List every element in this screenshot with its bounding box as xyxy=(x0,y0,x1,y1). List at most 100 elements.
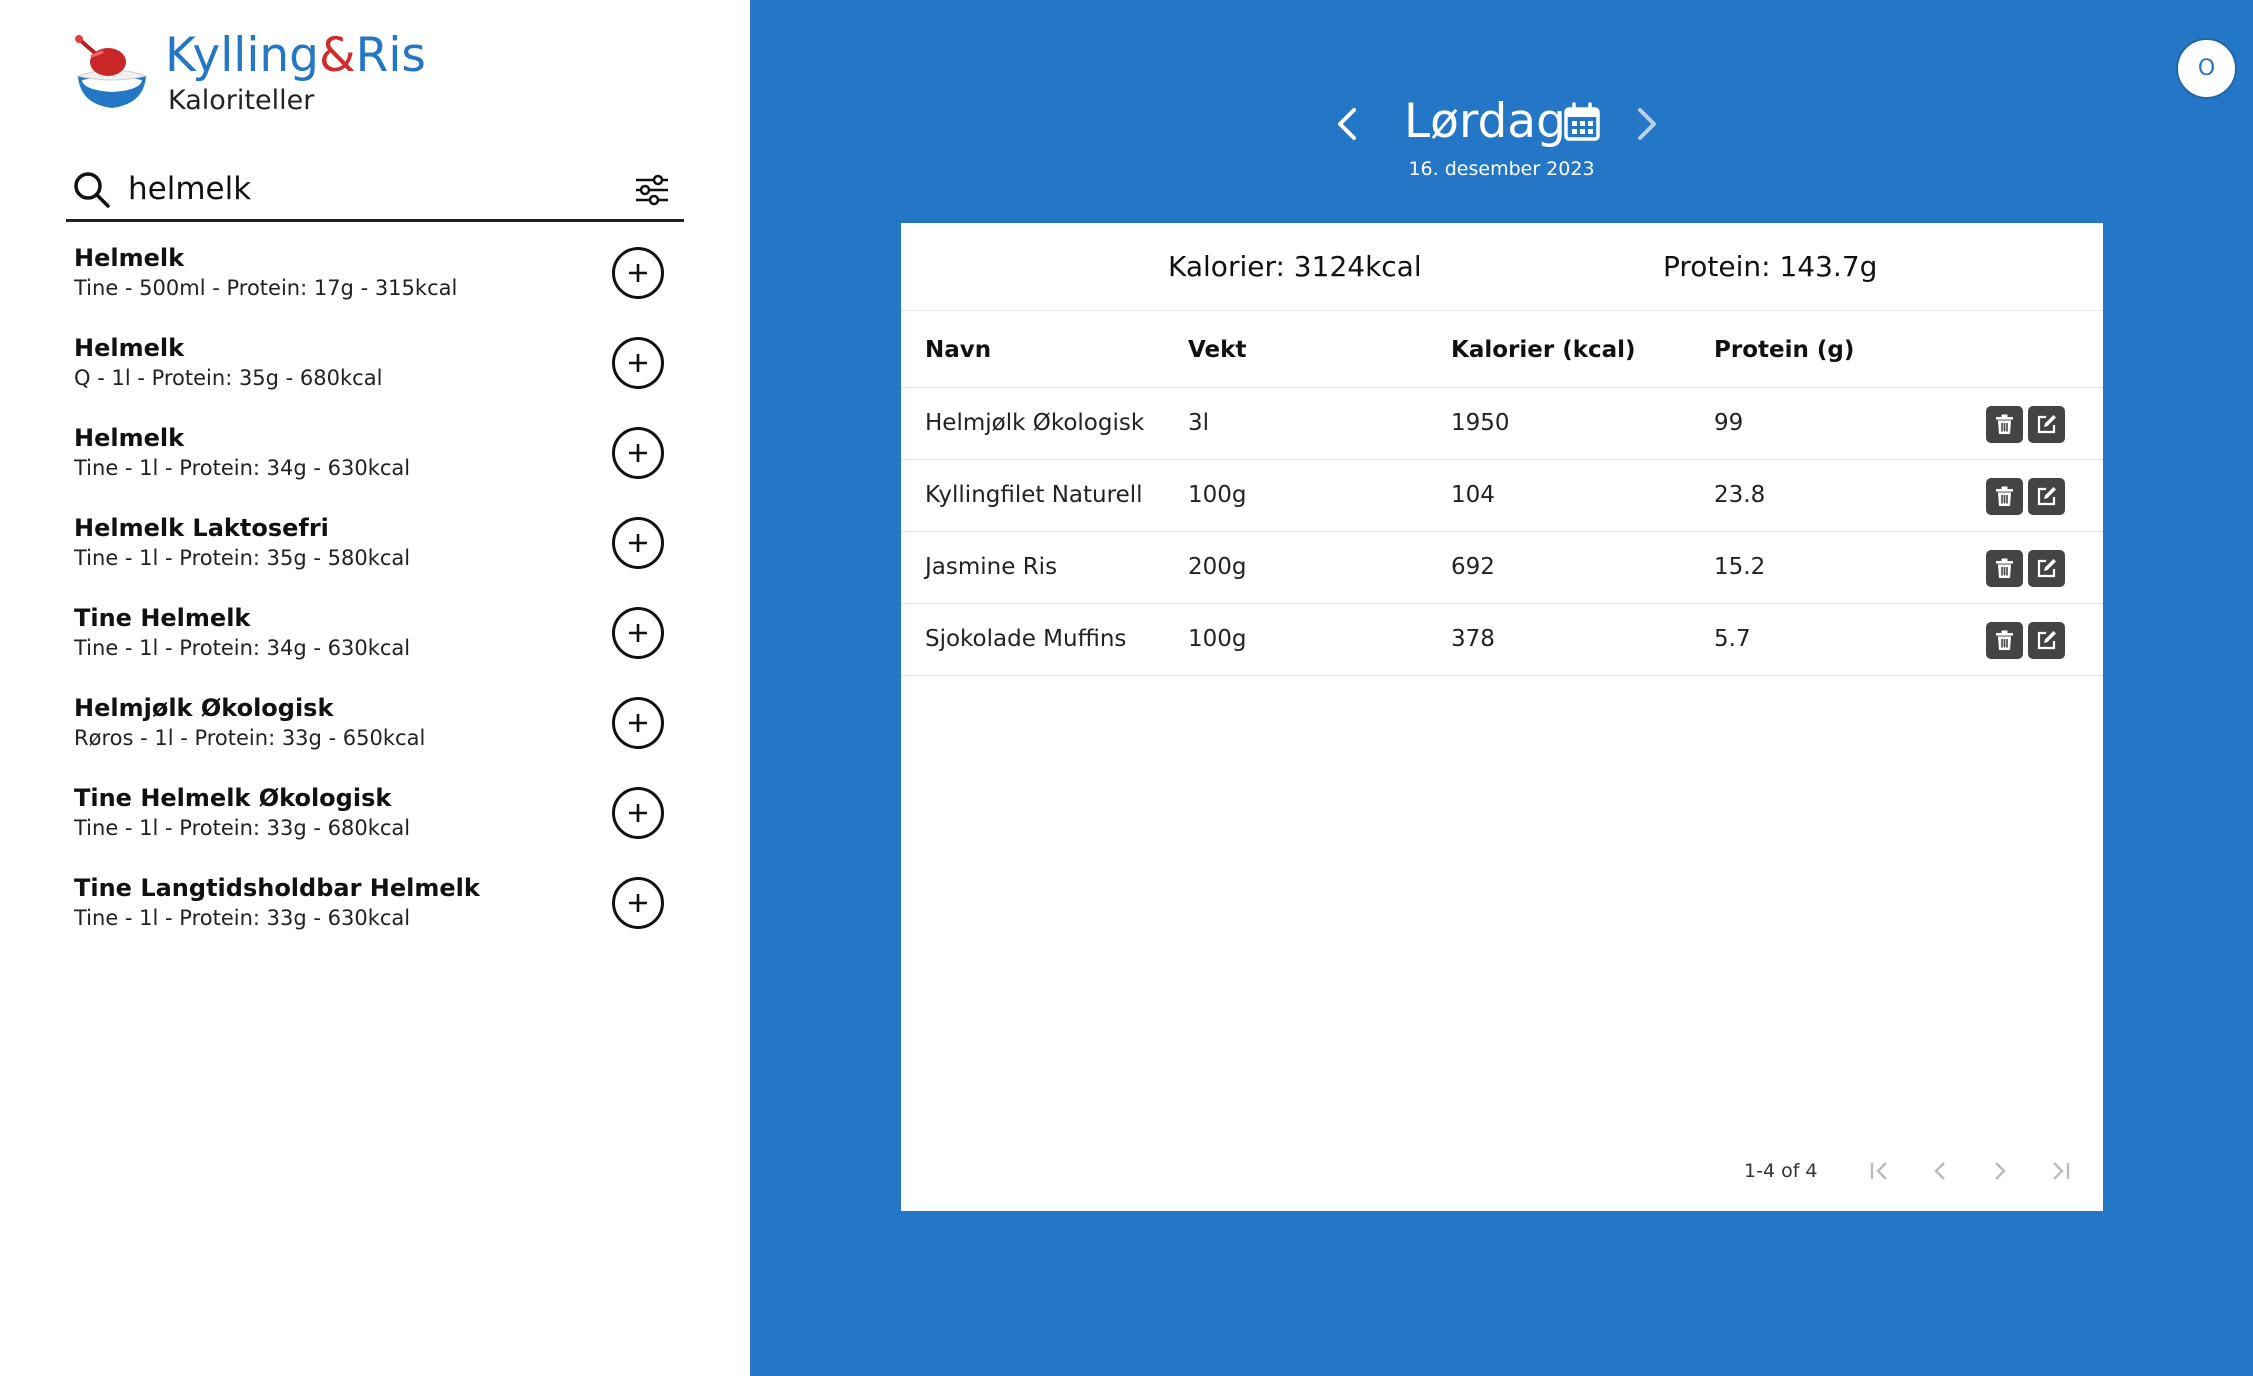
cell-name: Kyllingfilet Naturell xyxy=(925,482,1143,508)
edit-icon xyxy=(2037,559,2056,578)
next-page-icon[interactable] xyxy=(1986,1157,2014,1185)
cell-name: Jasmine Ris xyxy=(925,554,1058,580)
column-header-weight[interactable]: Vekt xyxy=(1188,335,1246,365)
last-page-icon[interactable] xyxy=(2046,1157,2074,1185)
day-date: 16. desember 2023 xyxy=(1408,158,1595,180)
result-meta: Tine - 1l - Protein: 33g - 680kcal xyxy=(74,816,411,840)
cell-protein: 23.8 xyxy=(1714,482,1766,508)
edit-icon xyxy=(2037,487,2056,506)
delete-button[interactable] xyxy=(1986,550,2023,587)
edit-icon xyxy=(2037,415,2056,434)
table-row: Helmjølk Økologisk 3l 1950 99 xyxy=(901,388,2103,460)
avatar[interactable]: O xyxy=(2176,38,2237,99)
list-item: Tine Langtidsholdbar Helmelk Tine - 1l -… xyxy=(74,873,674,963)
table-row: Jasmine Ris 200g 692 15.2 xyxy=(901,532,2103,604)
plus-icon xyxy=(629,624,647,642)
add-item-button[interactable] xyxy=(612,517,664,569)
cell-protein: 99 xyxy=(1714,410,1744,436)
edit-button[interactable] xyxy=(2028,478,2065,515)
trash-icon xyxy=(1996,558,2013,578)
plus-icon xyxy=(629,714,647,732)
result-name: Helmelk xyxy=(74,424,185,452)
edit-button[interactable] xyxy=(2028,622,2065,659)
search-input[interactable] xyxy=(128,166,598,212)
add-item-button[interactable] xyxy=(612,247,664,299)
add-item-button[interactable] xyxy=(612,787,664,839)
table-row: Kyllingfilet Naturell 100g 104 23.8 xyxy=(901,460,2103,532)
main-panel: O Lørdag 16. desember 2023 Kalorier: 312… xyxy=(750,0,2253,1376)
brand-name-part2: Ris xyxy=(355,28,426,83)
chevron-left-icon[interactable] xyxy=(1330,104,1366,144)
add-item-button[interactable] xyxy=(612,877,664,929)
pagination-info: 1-4 of 4 xyxy=(1744,1160,1818,1182)
cell-weight: 3l xyxy=(1188,410,1210,436)
result-name: Tine Helmelk xyxy=(74,604,251,632)
cell-name: Helmjølk Økologisk xyxy=(925,410,1145,436)
total-calories: Kalorier: 3124kcal xyxy=(1168,250,1422,283)
column-header-protein[interactable]: Protein (g) xyxy=(1714,335,1854,365)
total-protein: Protein: 143.7g xyxy=(1663,250,1878,283)
cell-weight: 100g xyxy=(1188,482,1247,508)
daily-totals: Kalorier: 3124kcal Protein: 143.7g xyxy=(901,223,2103,311)
result-meta: Tine - 1l - Protein: 34g - 630kcal xyxy=(74,456,411,480)
chicken-rice-bowl-logo xyxy=(75,35,148,108)
add-item-button[interactable] xyxy=(612,607,664,659)
list-item: Helmelk Laktosefri Tine - 1l - Protein: … xyxy=(74,513,674,603)
day-title: Lørdag xyxy=(1404,94,1566,149)
brand-name-part1: Kylling xyxy=(165,28,320,83)
search-results: Helmelk Tine - 500ml - Protein: 17g - 31… xyxy=(74,243,674,963)
day-navigation: Lørdag 16. desember 2023 xyxy=(750,92,2253,188)
result-name: Tine Langtidsholdbar Helmelk xyxy=(74,874,480,902)
list-item: Helmjølk Økologisk Røros - 1l - Protein:… xyxy=(74,693,674,783)
list-item: Tine Helmelk Økologisk Tine - 1l - Prote… xyxy=(74,783,674,873)
cell-protein: 5.7 xyxy=(1714,626,1751,652)
result-meta: Tine - 1l - Protein: 33g - 630kcal xyxy=(74,906,411,930)
previous-page-icon[interactable] xyxy=(1926,1157,1954,1185)
chevron-right-icon[interactable] xyxy=(1628,104,1664,144)
result-name: Helmelk xyxy=(74,334,185,362)
cell-calories: 104 xyxy=(1451,482,1495,508)
add-item-button[interactable] xyxy=(612,697,664,749)
delete-button[interactable] xyxy=(1986,622,2023,659)
list-item: Helmelk Tine - 1l - Protein: 34g - 630kc… xyxy=(74,423,674,513)
cell-weight: 200g xyxy=(1188,554,1247,580)
search-bar xyxy=(66,160,684,222)
result-name: Tine Helmelk Økologisk xyxy=(74,784,392,812)
delete-button[interactable] xyxy=(1986,478,2023,515)
result-meta: Tine - 500ml - Protein: 17g - 315kcal xyxy=(74,276,458,300)
cell-protein: 15.2 xyxy=(1714,554,1766,580)
table-body: Helmjølk Økologisk 3l 1950 99 Kyllingfil… xyxy=(901,388,2103,676)
daily-log-card: Kalorier: 3124kcal Protein: 143.7g Navn … xyxy=(901,223,2103,1211)
brand-subtitle: Kaloriteller xyxy=(168,85,315,116)
result-meta: Q - 1l - Protein: 35g - 680kcal xyxy=(74,366,383,390)
sliders-icon[interactable] xyxy=(634,172,670,208)
brand-title: Kylling&Ris xyxy=(165,28,426,84)
list-item: Tine Helmelk Tine - 1l - Protein: 34g - … xyxy=(74,603,674,693)
list-item: Helmelk Q - 1l - Protein: 35g - 680kcal xyxy=(74,333,674,423)
result-meta: Røros - 1l - Protein: 33g - 650kcal xyxy=(74,726,426,750)
edit-button[interactable] xyxy=(2028,550,2065,587)
plus-icon xyxy=(629,354,647,372)
cell-name: Sjokolade Muffins xyxy=(925,626,1127,652)
result-meta: Tine - 1l - Protein: 35g - 580kcal xyxy=(74,546,411,570)
result-name: Helmelk Laktosefri xyxy=(74,514,329,542)
cell-calories: 692 xyxy=(1451,554,1495,580)
result-name: Helmjølk Økologisk xyxy=(74,694,334,722)
calendar-icon[interactable] xyxy=(1562,102,1602,142)
brand-ampersand: & xyxy=(319,28,356,83)
brand[interactable]: Kylling&Ris Kaloriteller xyxy=(72,28,532,118)
cell-calories: 1950 xyxy=(1451,410,1510,436)
first-page-icon[interactable] xyxy=(1866,1157,1894,1185)
add-item-button[interactable] xyxy=(612,337,664,389)
edit-button[interactable] xyxy=(2028,406,2065,443)
plus-icon xyxy=(629,804,647,822)
plus-icon xyxy=(629,534,647,552)
add-item-button[interactable] xyxy=(612,427,664,479)
column-header-calories[interactable]: Kalorier (kcal) xyxy=(1451,335,1636,365)
delete-button[interactable] xyxy=(1986,406,2023,443)
edit-icon xyxy=(2037,631,2056,650)
result-meta: Tine - 1l - Protein: 34g - 630kcal xyxy=(74,636,411,660)
trash-icon xyxy=(1996,630,2013,650)
column-header-name[interactable]: Navn xyxy=(925,335,991,365)
plus-icon xyxy=(629,444,647,462)
